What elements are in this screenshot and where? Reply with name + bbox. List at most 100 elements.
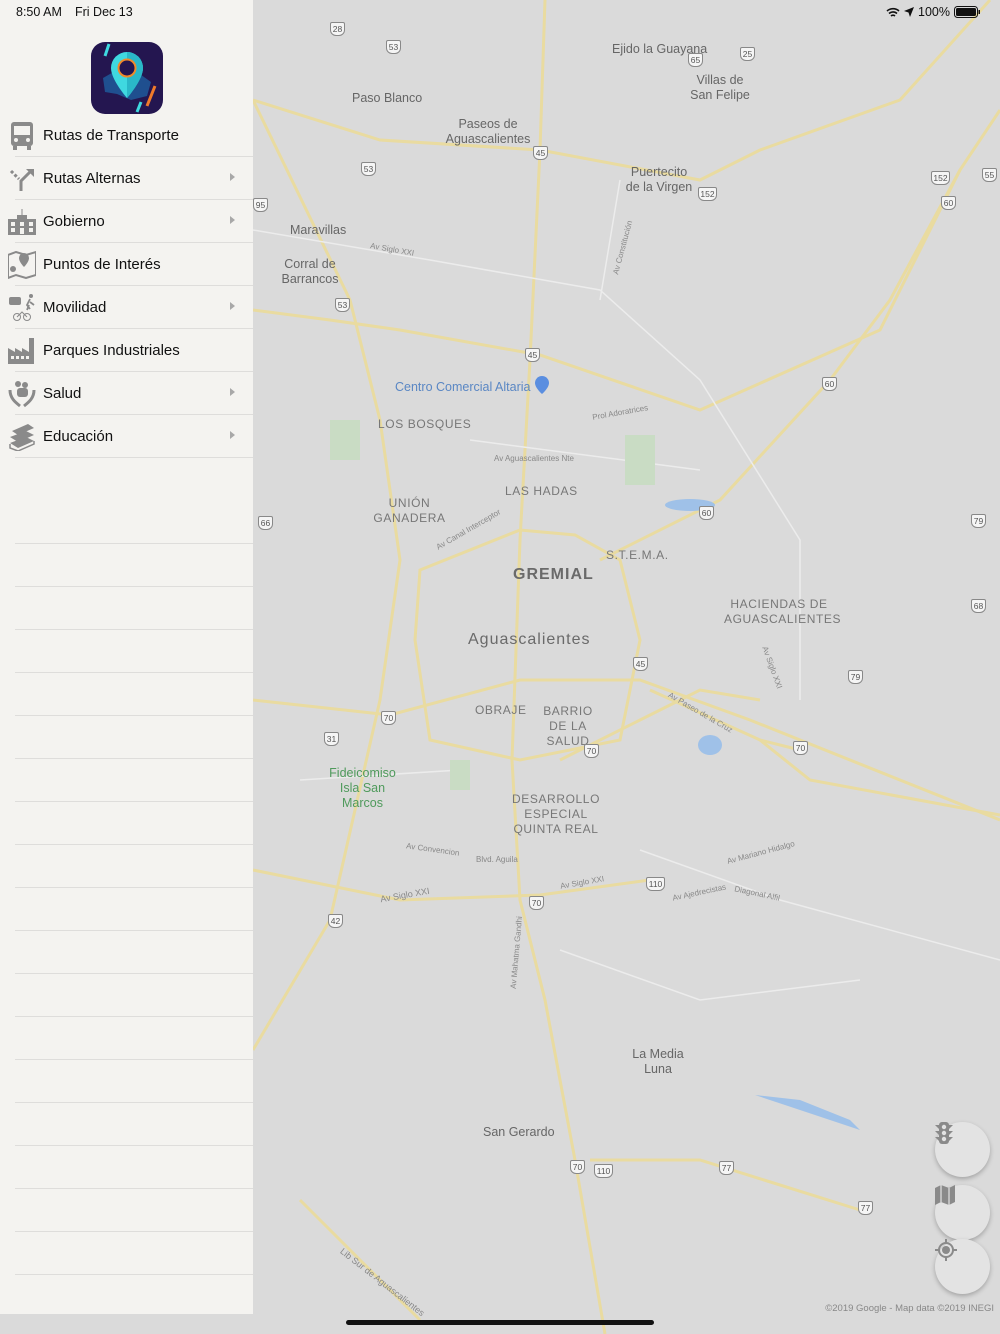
chevron-right-icon [230,388,235,396]
highway-shield: 31 [324,732,339,746]
map-label: OBRAJE [475,703,527,717]
poi-pin-icon[interactable] [535,376,549,394]
app-logo [91,42,163,114]
home-indicator[interactable] [346,1320,654,1325]
highway-shield: 53 [361,162,376,176]
highway-shield: 152 [931,171,950,185]
highway-shield: 60 [822,377,837,391]
chevron-right-icon [230,173,235,181]
menu-item-puntos-de-interes[interactable]: Puntos de Interés [0,243,253,286]
map-label: LAS HADAS [505,484,578,498]
menu-item-label: Rutas de Transporte [43,127,179,144]
map-label: S.T.E.M.A. [606,548,669,562]
divider [15,1145,253,1146]
map-label: UNIÓN GANADERA [373,496,446,525]
battery-icon [953,6,980,18]
highway-shield: 42 [328,914,343,928]
map-label: DESARROLLO ESPECIAL QUINTA REAL [511,792,601,836]
highway-shield: 60 [941,196,956,210]
status-icons: 100% [886,5,981,19]
map-copyright: ©2019 Google - Map data ©2019 INEGI [825,1303,994,1314]
highway-shield: 110 [594,1164,613,1178]
highway-shield: 65 [688,53,703,67]
map-icon [935,1185,955,1205]
battery-percent: 100% [918,5,950,19]
divider [15,629,253,630]
highway-shield: 110 [646,877,665,891]
highway-shield: 79 [848,670,863,684]
highway-shield: 53 [386,40,401,54]
divider [15,844,253,845]
menu-item-parques-industriales[interactable]: Parques Industriales [0,329,253,372]
highway-shield: 70 [584,744,599,758]
divider [15,543,253,544]
highway-shield: 70 [381,711,396,725]
map-label: Paso Blanco [352,91,423,105]
location-arrow-icon [904,7,914,17]
map-label: Puertecito de la Virgen [625,165,693,194]
traffic-button[interactable] [935,1122,990,1177]
highway-shield: 70 [793,741,808,755]
menu-item-label: Salud [43,385,82,402]
highway-shield: 77 [858,1201,873,1215]
chevron-right-icon [230,302,235,310]
highway-shield: 53 [335,298,350,312]
menu-item-label: Educación [43,428,114,445]
map-label: Fideicomiso Isla San Marcos [329,766,396,810]
health-hands-icon [7,380,37,408]
government-building-icon [7,208,37,236]
street-label: Av Aguascalientes Nte [494,454,574,463]
divider [15,672,253,673]
menu-item-rutas-alternas[interactable]: Rutas Alternas [0,157,253,200]
divider [15,1059,253,1060]
map-type-button[interactable] [935,1185,990,1240]
map-label-city: Aguascalientes [468,631,591,648]
highway-shield: 70 [570,1160,585,1174]
map-label-poi[interactable]: Centro Comercial Altaria [395,380,530,395]
map-label: LOS BOSQUES [378,417,472,431]
bus-icon [7,121,37,150]
chevron-right-icon [230,216,235,224]
divider [15,1102,253,1103]
divider [15,758,253,759]
highway-shield: 70 [529,896,544,910]
divider [15,801,253,802]
highway-shield: 95 [253,198,268,212]
menu-item-label: Puntos de Interés [43,256,161,273]
menu-item-label: Gobierno [43,213,105,230]
status-time: 8:50 AM [16,5,62,19]
map-label: HACIENDAS DE AGUASCALIENTES [724,597,842,626]
highway-shield: 55 [982,168,997,182]
sidebar-menu: 8:50 AM Fri Dec 13 Rutas de Transporte Ru… [0,0,253,1314]
menu-item-gobierno[interactable]: Gobierno [0,200,253,243]
divider [15,887,253,888]
traffic-light-icon [935,1122,953,1144]
divider [15,1188,253,1189]
map-label: Paseos de Aguascalientes [445,117,531,146]
menu-item-movilidad[interactable]: Movilidad [0,286,253,329]
map-label: GREMIAL [513,566,594,583]
highway-shield: 25 [740,47,755,61]
map-pin-icon [7,250,37,279]
map-label: La Media Luna [632,1047,684,1076]
crosshair-icon [935,1239,957,1261]
map-label: San Gerardo [483,1125,555,1139]
map-label: Maravillas [290,223,347,237]
highway-shield: 79 [971,514,986,528]
menu-item-rutas-de-transporte[interactable]: Rutas de Transporte [0,114,253,157]
highway-shield: 68 [971,599,986,613]
alternate-route-icon [7,165,37,193]
divider [15,930,253,931]
divider [15,715,253,716]
divider [15,457,253,458]
menu-item-educacion[interactable]: Educación [0,415,253,458]
my-location-button[interactable] [935,1239,990,1294]
highway-shield: 66 [258,516,273,530]
highway-shield: 45 [533,146,548,160]
chevron-right-icon [230,431,235,439]
highway-shield: 45 [525,348,540,362]
menu-item-salud[interactable]: Salud [0,372,253,415]
divider [15,973,253,974]
books-icon [7,423,37,451]
divider [15,1231,253,1232]
